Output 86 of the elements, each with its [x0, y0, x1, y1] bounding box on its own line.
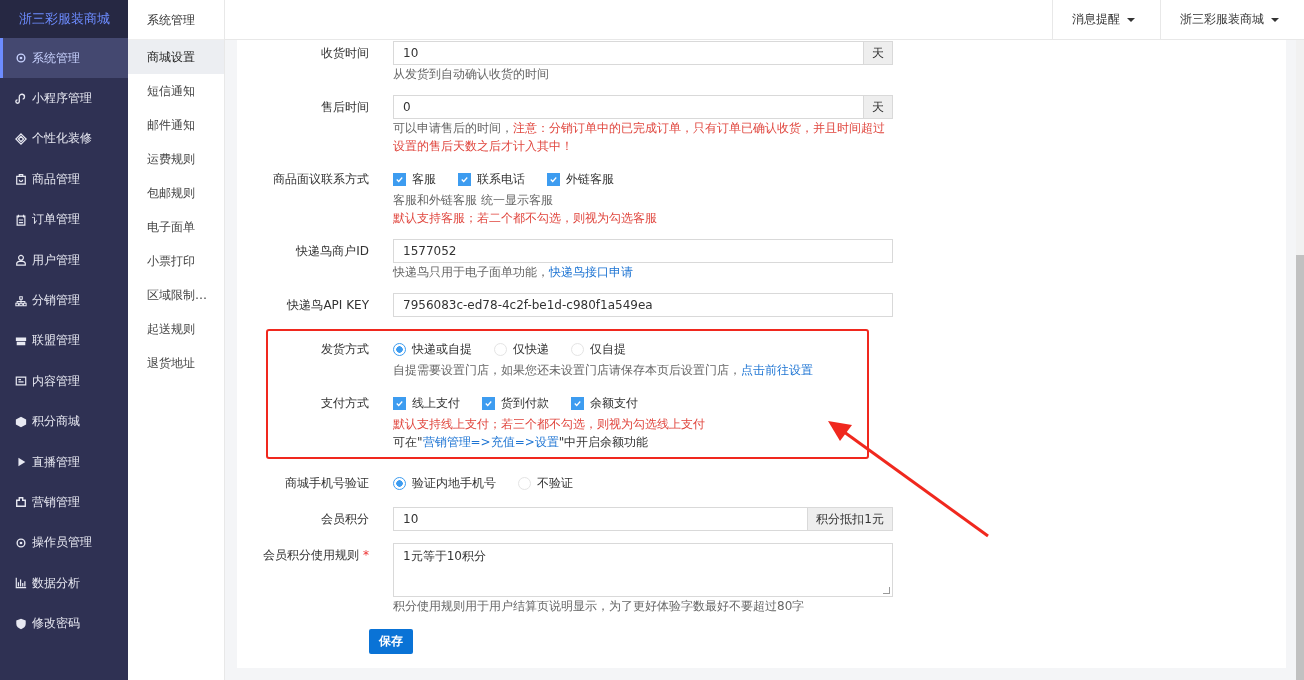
- unit-addon: 积分抵扣1元: [807, 508, 892, 530]
- field-label: 商城手机号验证: [284, 475, 369, 492]
- subnav-item[interactable]: 包邮规则: [128, 176, 224, 210]
- field-label: 支付方式: [320, 395, 369, 412]
- input-field[interactable]: 7956083c-ed78-4c2f-be1d-c980f1a549ea: [393, 293, 893, 317]
- bar-chart-icon: [15, 577, 27, 590]
- subnav-item[interactable]: 短信通知: [128, 74, 224, 108]
- sidebar-item[interactable]: 个性化装修: [0, 118, 128, 160]
- radio-option[interactable]: 仅快递: [494, 340, 549, 358]
- subnav-item[interactable]: 邮件通知: [128, 108, 224, 142]
- caret-icon: [1127, 17, 1135, 22]
- sidebar-item[interactable]: 积分商城: [0, 401, 128, 442]
- hierarchy-icon: [15, 294, 27, 307]
- sidebar-item[interactable]: 分销管理: [0, 280, 128, 321]
- subnav-item[interactable]: 小票打印: [128, 244, 224, 278]
- sidebar-item[interactable]: 内容管理: [0, 361, 128, 402]
- dropdown-menu[interactable]: 消息提醒: [1052, 0, 1160, 39]
- subnav-item[interactable]: 运费规则: [128, 142, 224, 176]
- checkbox[interactable]: 线上支付: [393, 394, 460, 412]
- unit-addon: 天: [863, 42, 892, 64]
- help-text: 自提需要设置门店，如果您还未设置门店请保存本页后设置门店，点击前往设置: [393, 362, 814, 379]
- diamond-icon: [15, 132, 27, 145]
- radio-option[interactable]: 不验证: [518, 474, 573, 492]
- checkbox[interactable]: 联系电话: [458, 170, 525, 188]
- subnav-item[interactable]: 电子面单: [128, 210, 224, 244]
- required-mark: *: [363, 548, 369, 562]
- textarea-field[interactable]: 1元等于10积分: [393, 543, 893, 597]
- sidebar-item[interactable]: 营销管理: [0, 482, 128, 523]
- field-label: 快递鸟商户ID: [295, 243, 369, 260]
- person-icon: [15, 254, 27, 267]
- input-field[interactable]: 1577052: [393, 239, 893, 263]
- checkbox[interactable]: 余额支付: [571, 394, 638, 412]
- cube-icon: [15, 415, 27, 428]
- play-icon: [15, 456, 27, 469]
- link-icon: [15, 92, 27, 105]
- help-link[interactable]: 点击前往设置: [741, 363, 813, 377]
- radio-option[interactable]: 验证内地手机号: [393, 474, 496, 492]
- clipboard-icon: [15, 213, 27, 226]
- subnav-item[interactable]: 起送规则: [128, 312, 224, 346]
- checkbox[interactable]: 外链客服: [547, 170, 614, 188]
- help-link[interactable]: 快递鸟接口申请: [549, 265, 633, 279]
- checkbox[interactable]: 客服: [393, 170, 436, 188]
- sidebar-item[interactable]: 数据分析: [0, 563, 128, 604]
- sidebar-item[interactable]: 小程序管理: [0, 78, 128, 119]
- radio-option[interactable]: 仅自提: [571, 340, 626, 358]
- help-text: 客服和外链客服 统一显示客服: [393, 192, 554, 209]
- subnav-item[interactable]: 区域限制…: [128, 278, 224, 312]
- field-label: 发货方式: [320, 341, 369, 358]
- input-field[interactable]: 10 积分抵扣1元: [393, 507, 893, 531]
- sidebar-item[interactable]: 订单管理: [0, 199, 128, 240]
- brand-title: 浙三彩服装商城: [0, 0, 128, 38]
- sidebar-item[interactable]: 系统管理: [0, 38, 128, 79]
- help-text: 可在"营销管理=>充值=>设置"中开启余额功能: [393, 434, 650, 451]
- sidebar-item[interactable]: 联盟管理: [0, 320, 128, 362]
- sidebar-item[interactable]: 直播管理: [0, 441, 128, 483]
- radio-option[interactable]: 快递或自提: [393, 340, 472, 358]
- shield-icon: [15, 617, 27, 630]
- input-field[interactable]: 0 天: [393, 95, 893, 119]
- field-label: 售后时间: [320, 99, 369, 116]
- help-text: 默认支持线上支付；若三个都不勾选，则视为勾选线上支付: [393, 416, 706, 433]
- field-label: 商品面议联系方式: [272, 171, 369, 188]
- sidebar-item[interactable]: 操作员管理: [0, 522, 128, 564]
- scrollbar[interactable]: [1296, 40, 1304, 680]
- help-text: 快递鸟只用于电子面单功能，快递鸟接口申请: [393, 264, 634, 281]
- bag-icon: [15, 173, 27, 186]
- help-text: 默认支持客服；若二个都不勾选，则视为勾选客服: [393, 210, 658, 227]
- checkbox[interactable]: 货到付款: [482, 394, 549, 412]
- field-label: 会员积分: [320, 511, 369, 528]
- help-text: 积分使用规则用于用户结算页说明显示，为了更好体验字数最好不要超过80字: [393, 598, 806, 615]
- field-label: 会员积分使用规则 *: [262, 547, 369, 564]
- card-icon: [15, 375, 27, 388]
- unit-addon: 天: [863, 96, 892, 118]
- save-button[interactable]: 保存: [369, 629, 413, 654]
- subnav-item[interactable]: 商城设置: [128, 40, 224, 74]
- help-link[interactable]: 营销管理=>充值=>设置: [422, 435, 559, 449]
- help-text: 从发货到自动确认收货的时间: [393, 66, 550, 83]
- field-label: 快递鸟API KEY: [286, 297, 369, 314]
- field-label: 收货时间: [320, 45, 369, 62]
- caret-icon: [1271, 17, 1279, 22]
- sidebar-item[interactable]: 修改密码: [0, 603, 128, 644]
- sidebar-item[interactable]: 用户管理: [0, 239, 128, 281]
- dropdown-menu[interactable]: 浙三彩服装商城: [1160, 0, 1304, 39]
- sidebar-item[interactable]: 商品管理: [0, 159, 128, 200]
- help-text: 可以申请售后的时间，注意：分销订单中的已完成订单，只有订单已确认收货，并且时间超过设置的售后天数之后才计入其中！: [393, 120, 886, 155]
- subnav-item[interactable]: 退货地址: [128, 346, 224, 380]
- input-field[interactable]: 10 天: [393, 41, 893, 65]
